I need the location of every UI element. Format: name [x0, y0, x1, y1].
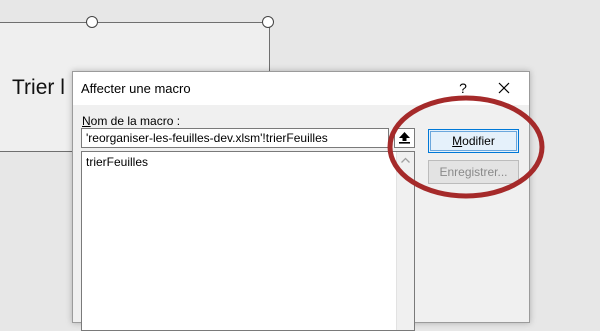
assign-macro-dialog: Affecter une macro ? Nom de la macro : '… — [72, 71, 530, 331]
macro-name-input[interactable]: 'reorganiser-les-feuilles-dev.xlsm'!trie… — [81, 128, 389, 148]
dialog-titlebar: Affecter une macro ? — [73, 72, 529, 105]
macro-name-label: Nom de la macro : — [82, 114, 181, 128]
shape-text: Trier l — [12, 76, 65, 99]
dialog-title: Affecter une macro — [81, 81, 191, 96]
macro-list-scrollbar[interactable] — [396, 152, 414, 330]
close-button[interactable] — [491, 76, 517, 100]
scroll-up-button[interactable] — [397, 152, 414, 169]
collapse-dialog-button[interactable] — [394, 128, 415, 148]
macro-list-item[interactable]: trierFeuilles — [86, 155, 148, 169]
resize-handle-top-right[interactable] — [262, 16, 274, 28]
close-icon — [498, 82, 510, 94]
resize-handle-top-left[interactable] — [86, 16, 98, 28]
macro-list[interactable]: trierFeuilles — [81, 151, 415, 331]
upload-arrow-icon — [399, 132, 410, 144]
modify-button[interactable]: Modifier — [428, 129, 519, 153]
record-button[interactable]: Enregistrer... — [428, 160, 519, 184]
help-button[interactable]: ? — [453, 78, 473, 98]
record-button-label: Enregistrer... — [439, 165, 508, 179]
modify-button-label: Modifier — [452, 134, 495, 148]
chevron-up-icon — [401, 157, 410, 163]
